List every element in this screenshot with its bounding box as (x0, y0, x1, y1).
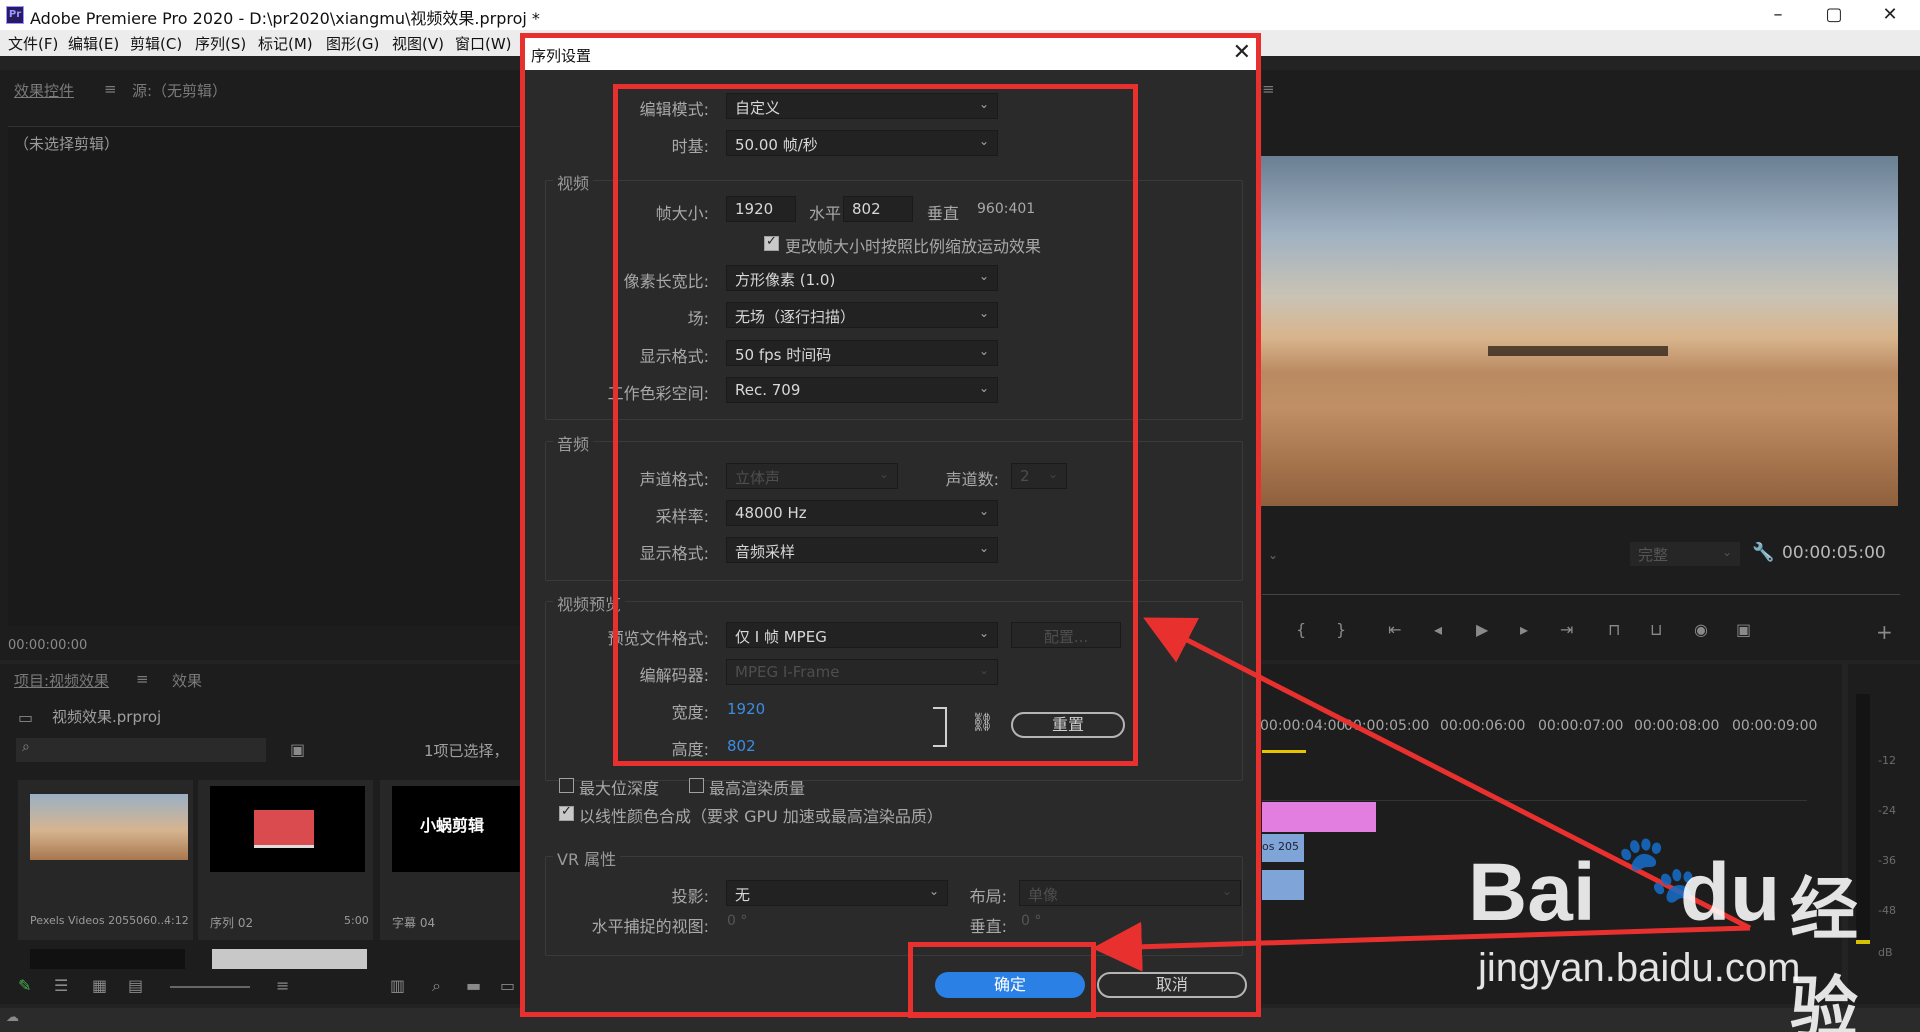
watermark-brand-2: du (1680, 847, 1781, 938)
watermark-brand: Bai (1468, 847, 1596, 938)
watermark-url: jingyan.baidu.com (1478, 946, 1801, 990)
watermark-cn: 经验 (1790, 871, 1859, 1032)
baidu-watermark: Bai 🐾 du 经验 jingyan.baidu.com (1468, 830, 1908, 1032)
